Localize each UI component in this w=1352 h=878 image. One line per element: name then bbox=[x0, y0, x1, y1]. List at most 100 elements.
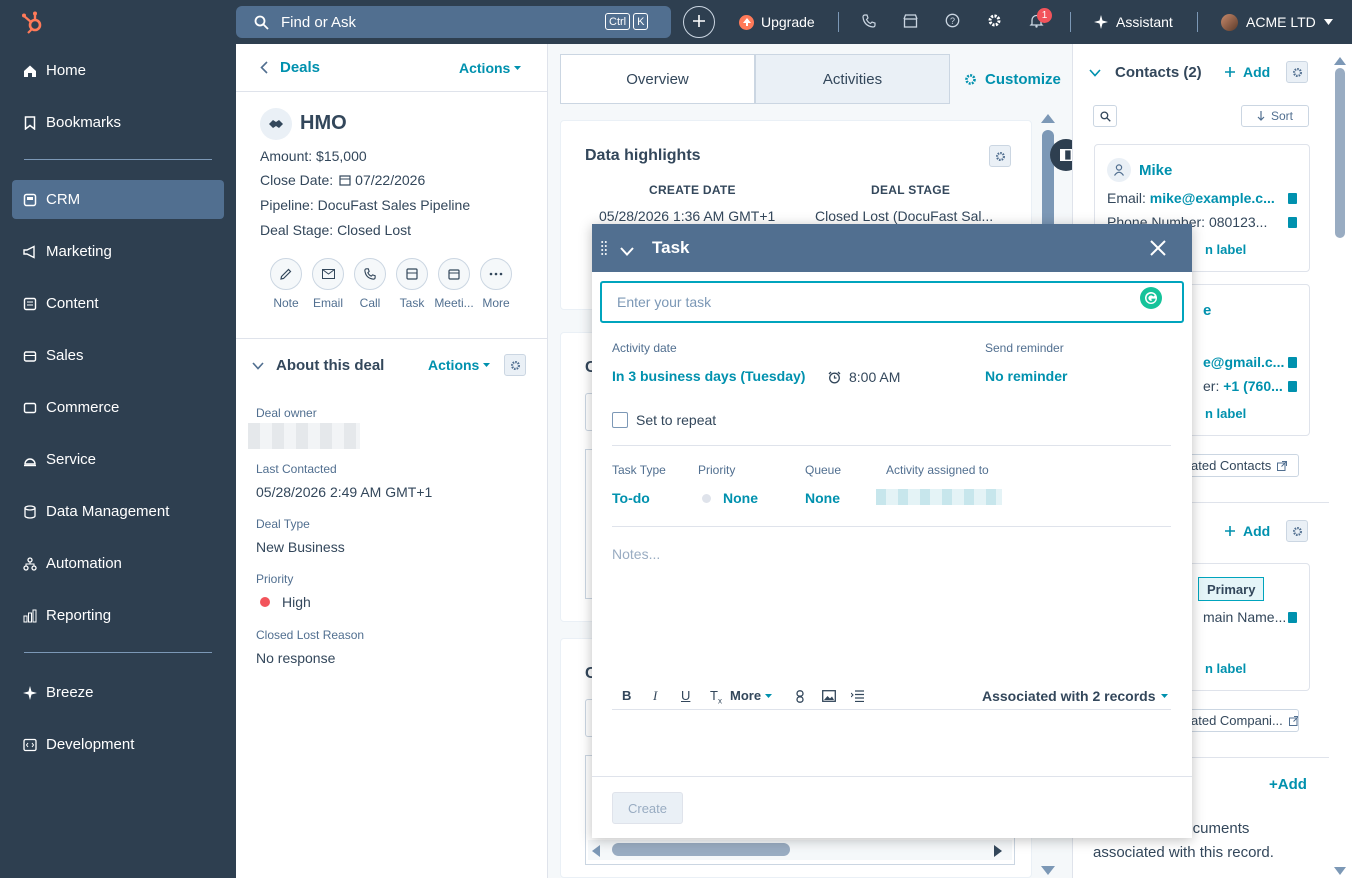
sidebar-item-commerce[interactable]: Commerce bbox=[12, 388, 224, 427]
lost-reason-value[interactable]: No response bbox=[256, 650, 335, 666]
activity-time-field[interactable]: 8:00 AM bbox=[828, 369, 900, 385]
marketplace-button[interactable] bbox=[903, 0, 918, 44]
image-icon[interactable] bbox=[822, 690, 836, 705]
assigned-to-dropdown-redacted[interactable] bbox=[876, 489, 1002, 505]
task-title-input[interactable]: Enter your task bbox=[600, 281, 1184, 323]
tab-activities[interactable]: Activities bbox=[755, 54, 950, 104]
sidebar-item-data-management[interactable]: Data Management bbox=[12, 492, 224, 531]
contacts-settings-button[interactable] bbox=[1286, 61, 1308, 83]
deal-owner-value-redacted[interactable] bbox=[248, 423, 360, 449]
assistant-button[interactable]: Assistant bbox=[1094, 0, 1173, 44]
bold-icon[interactable]: B bbox=[622, 688, 631, 703]
deal-type-value[interactable]: New Business bbox=[256, 539, 345, 555]
customize-button[interactable]: Customize bbox=[964, 71, 1061, 88]
association-label-link[interactable]: n label bbox=[1205, 661, 1246, 676]
scroll-down-arrow-icon[interactable] bbox=[1334, 862, 1346, 878]
account-menu[interactable]: ACME LTD bbox=[1221, 0, 1333, 44]
about-settings-button[interactable] bbox=[504, 354, 526, 376]
sidebar-item-breeze[interactable]: Breeze bbox=[12, 673, 224, 712]
close-icon[interactable] bbox=[1150, 240, 1166, 259]
sidebar-item-marketing[interactable]: Marketing bbox=[12, 232, 224, 271]
email-action-button[interactable]: Email bbox=[307, 258, 349, 310]
contacts-section-toggle[interactable]: Contacts (2) bbox=[1089, 64, 1202, 81]
reminder-dropdown[interactable]: No reminder bbox=[985, 368, 1067, 384]
create-new-button[interactable] bbox=[683, 6, 715, 38]
settings-button[interactable] bbox=[987, 0, 1002, 44]
companies-settings-button[interactable] bbox=[1286, 520, 1308, 542]
notes-editor[interactable]: Notes... bbox=[612, 546, 660, 562]
copy-icon[interactable] bbox=[1288, 193, 1297, 204]
drag-handle-icon[interactable] bbox=[601, 240, 607, 259]
association-label-link[interactable]: n label bbox=[1205, 242, 1246, 257]
sidebar-item-reporting[interactable]: Reporting bbox=[12, 596, 224, 635]
sidebar-item-automation[interactable]: Automation bbox=[12, 544, 224, 583]
sidebar-item-crm[interactable]: CRM bbox=[12, 180, 224, 219]
snippet-icon[interactable] bbox=[850, 690, 864, 705]
calling-button[interactable] bbox=[862, 0, 876, 44]
record-actions-dropdown[interactable]: Actions bbox=[459, 60, 522, 76]
scroll-up-arrow-icon[interactable] bbox=[1334, 52, 1346, 68]
priority-value[interactable]: High bbox=[260, 594, 311, 610]
more-formatting-dropdown[interactable]: More bbox=[730, 688, 773, 703]
italic-icon[interactable]: I bbox=[653, 688, 657, 704]
tab-overview[interactable]: Overview bbox=[560, 54, 755, 104]
underline-icon[interactable]: U bbox=[681, 688, 690, 703]
add-contact-button[interactable]: Add bbox=[1225, 64, 1270, 80]
scroll-down-arrow-icon[interactable] bbox=[1041, 862, 1055, 878]
contact-email-link[interactable]: e@gmail.c... bbox=[1203, 354, 1284, 370]
clear-format-icon[interactable]: Tx bbox=[710, 688, 722, 706]
sidebar-item-sales[interactable]: Sales bbox=[12, 336, 224, 375]
copy-icon[interactable] bbox=[1288, 612, 1297, 623]
add-attachment-button[interactable]: +Add bbox=[1269, 776, 1307, 793]
scroll-right-arrow-icon[interactable] bbox=[994, 844, 1002, 860]
task-action-button[interactable]: Task bbox=[391, 258, 433, 310]
sidebar-item-bookmarks[interactable]: Bookmarks bbox=[12, 103, 224, 142]
contacts-sort-button[interactable]: Sort bbox=[1241, 105, 1309, 127]
sidebar-item-development[interactable]: Development bbox=[12, 725, 224, 764]
vertical-scroll-thumb[interactable] bbox=[1335, 68, 1345, 238]
scroll-left-arrow-icon[interactable] bbox=[592, 844, 600, 860]
repeat-checkbox-row[interactable]: Set to repeat bbox=[612, 412, 716, 428]
associated-records-dropdown[interactable]: Associated with 2 records bbox=[982, 688, 1168, 704]
contacts-search-button[interactable] bbox=[1093, 105, 1117, 127]
about-section-toggle[interactable]: About this deal bbox=[252, 357, 384, 374]
copy-icon[interactable] bbox=[1288, 381, 1297, 392]
global-search[interactable]: Find or Ask Ctrl K bbox=[236, 6, 671, 38]
help-button[interactable]: ? bbox=[945, 0, 960, 44]
task-type-dropdown[interactable]: To-do bbox=[612, 490, 650, 506]
association-label-link[interactable]: n label bbox=[1205, 406, 1246, 421]
note-action-button[interactable]: Note bbox=[265, 258, 307, 310]
activity-date-dropdown[interactable]: In 3 business days (Tuesday) bbox=[612, 368, 805, 384]
contact-phone-link[interactable]: +1 (760... bbox=[1223, 378, 1283, 394]
sidebar-item-home[interactable]: Home bbox=[12, 51, 224, 90]
call-action-button[interactable]: Call bbox=[349, 258, 391, 310]
queue-dropdown[interactable]: None bbox=[805, 490, 840, 506]
sidebar-item-content[interactable]: Content bbox=[12, 284, 224, 323]
link-icon[interactable] bbox=[796, 690, 804, 706]
contact-name-link[interactable]: Mike bbox=[1139, 162, 1172, 179]
sidebar-item-service[interactable]: Service bbox=[12, 440, 224, 479]
more-action-button[interactable]: More bbox=[475, 258, 517, 310]
horizontal-scroll-thumb[interactable] bbox=[612, 843, 790, 856]
grammarly-icon[interactable] bbox=[1140, 287, 1162, 309]
contact-name-link[interactable]: e bbox=[1203, 302, 1211, 319]
copy-icon[interactable] bbox=[1288, 217, 1297, 228]
repeat-checkbox[interactable] bbox=[612, 412, 628, 428]
add-company-button[interactable]: Add bbox=[1225, 523, 1270, 539]
task-priority-dropdown[interactable]: None bbox=[702, 490, 758, 506]
back-to-deals-link[interactable]: Deals bbox=[260, 59, 320, 76]
highlights-settings-button[interactable] bbox=[989, 145, 1011, 167]
notifications-button[interactable]: 1 bbox=[1029, 0, 1052, 44]
collapse-chevron-icon[interactable] bbox=[620, 243, 634, 259]
horizontal-scrollbar[interactable] bbox=[588, 840, 1012, 860]
scroll-up-arrow-icon[interactable] bbox=[1041, 110, 1055, 126]
record-title[interactable]: HMO bbox=[300, 112, 347, 135]
about-actions-dropdown[interactable]: Actions bbox=[428, 357, 491, 373]
upgrade-button[interactable]: Upgrade bbox=[739, 0, 815, 44]
copy-icon[interactable] bbox=[1288, 357, 1297, 368]
hubspot-logo[interactable] bbox=[20, 10, 46, 36]
create-task-button[interactable]: Create bbox=[612, 792, 683, 824]
meeting-action-button[interactable]: Meeti... bbox=[433, 258, 475, 310]
contact-email-link[interactable]: mike@example.c... bbox=[1150, 190, 1275, 206]
last-contacted-value[interactable]: 05/28/2026 2:49 AM GMT+1 bbox=[256, 484, 432, 500]
